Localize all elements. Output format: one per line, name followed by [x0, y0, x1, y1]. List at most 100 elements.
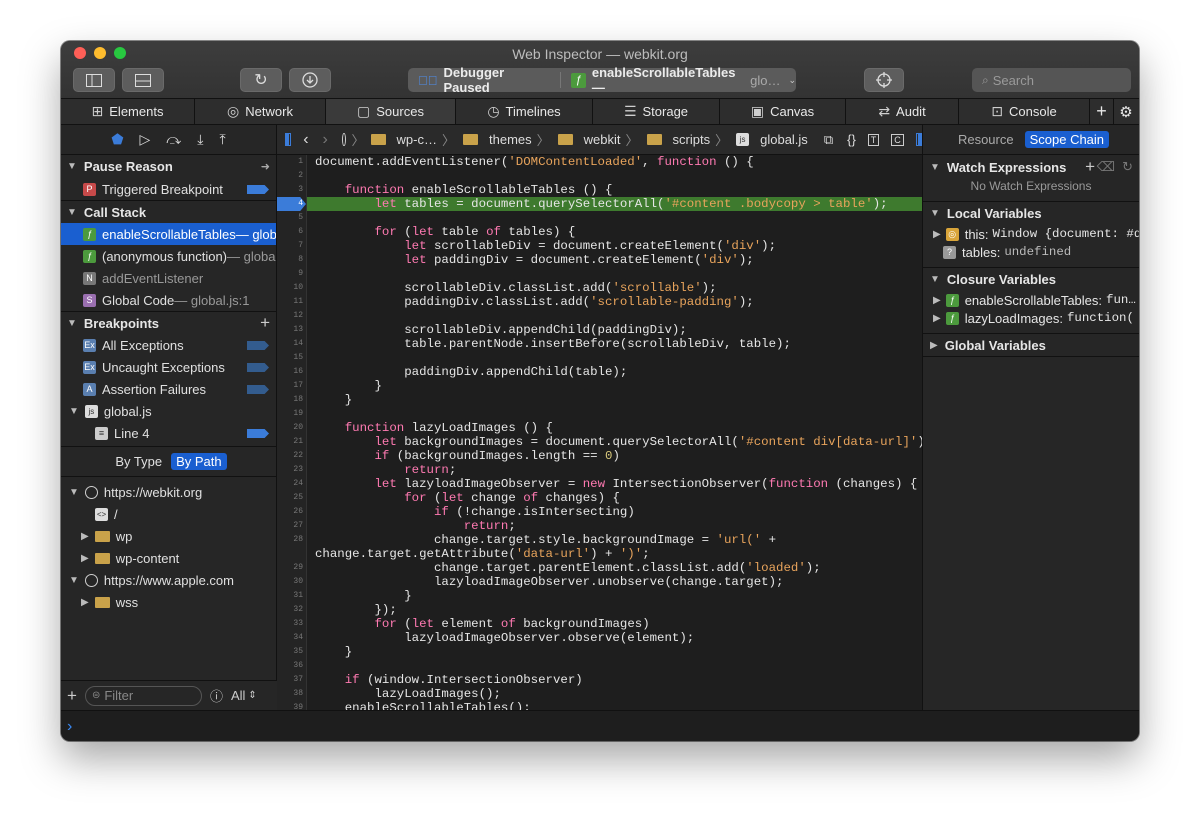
download-button[interactable] — [289, 68, 331, 92]
breakpoints-toggle-icon[interactable]: ⬟ — [111, 131, 123, 148]
toggle-navigation-sidebar-button[interactable] — [73, 68, 115, 92]
line-number[interactable]: 19 — [277, 407, 306, 421]
line-number[interactable]: 5 — [277, 211, 306, 225]
line-number[interactable]: 6 — [277, 225, 306, 239]
breakpoint-file-row[interactable]: ▼ js global.js — [61, 400, 276, 422]
line-number[interactable]: 17 — [277, 379, 306, 393]
toggle-left-sidebar-icon[interactable] — [285, 133, 292, 146]
line-number[interactable]: 36 — [277, 659, 306, 673]
variable-row[interactable]: ▶ ƒ enableScrollableTables: fun… — [923, 291, 1139, 309]
go-to-icon[interactable]: ➜ — [261, 160, 270, 173]
tab-sources[interactable]: ▢ Sources — [326, 99, 456, 124]
line-number[interactable]: 39 — [277, 701, 306, 710]
breadcrumb-item[interactable]: themes 〉 — [463, 130, 550, 149]
copy-icon[interactable]: ⧉ — [824, 132, 833, 148]
step-out-icon[interactable]: ⤒ — [219, 131, 225, 148]
tab-console[interactable]: ⊡ Console — [959, 99, 1090, 124]
filter-input[interactable]: ⊜ Filter — [84, 685, 202, 706]
breadcrumb-item[interactable]: scripts 〉 — [646, 130, 728, 149]
line-number[interactable]: 26 — [277, 505, 306, 519]
line-number[interactable]: 4 — [277, 197, 306, 211]
type-profiler-icon[interactable]: T — [867, 133, 880, 146]
variable-row[interactable]: ▶ ƒ lazyLoadImages: function( — [923, 309, 1139, 327]
tab-network[interactable]: ◎ Network — [195, 99, 326, 124]
breakpoint-row[interactable]: A Assertion Failures — [61, 378, 276, 400]
breakpoint-row[interactable]: Ex Uncaught Exceptions — [61, 356, 276, 378]
resume-icon[interactable]: ▷ — [140, 131, 151, 148]
settings-button[interactable]: ⚙ — [1114, 99, 1138, 124]
quick-console[interactable]: › — [61, 710, 1139, 741]
line-number[interactable]: 22 — [277, 449, 306, 463]
line-number[interactable]: 3 — [277, 183, 306, 197]
call-frame-row[interactable]: NaddEventListener — [61, 267, 276, 289]
step-into-icon[interactable]: ⤓ — [197, 131, 203, 148]
tab-timelines[interactable]: ◷ Timelines — [456, 99, 593, 124]
line-number[interactable]: 32 — [277, 603, 306, 617]
refresh-icon[interactable]: ↻ — [1122, 159, 1133, 175]
line-number[interactable]: 35 — [277, 645, 306, 659]
breakpoint-marker[interactable] — [247, 363, 269, 372]
line-number[interactable]: 14 — [277, 337, 306, 351]
pause-reason-item[interactable]: P Triggered Breakpoint — [61, 178, 276, 200]
breadcrumb-item[interactable]: wp-c… 〉 — [370, 130, 455, 149]
line-number[interactable]: 31 — [277, 589, 306, 603]
line-number[interactable]: 20 — [277, 421, 306, 435]
add-watch-button[interactable]: + — [1085, 157, 1095, 177]
line-number[interactable]: 10 — [277, 281, 306, 295]
debugger-status[interactable]: ▷⃒ Debugger Paused ƒ enableScrollableTab… — [408, 65, 796, 95]
folder-row[interactable]: ▶ wp — [61, 525, 276, 547]
tab-canvas[interactable]: ▣ Canvas — [720, 99, 846, 124]
add-button[interactable]: + — [67, 686, 77, 706]
pause-reason-header[interactable]: ▼ Pause Reason ➜ — [61, 155, 276, 178]
breakpoint-line-row[interactable]: ≡ Line 4 — [61, 422, 276, 444]
local-variables-header[interactable]: ▼ Local Variables — [923, 201, 1139, 225]
breadcrumb-item[interactable]: webkit 〉 — [557, 130, 639, 149]
toggle-console-layout-button[interactable] — [122, 68, 164, 92]
origin-row[interactable]: ▼ https://webkit.org — [61, 481, 276, 503]
resource-row[interactable]: <> / — [61, 503, 276, 525]
new-tab-button[interactable]: + — [1090, 99, 1114, 124]
filter-scope-select[interactable]: All — [231, 688, 245, 703]
line-number[interactable]: 37 — [277, 673, 306, 687]
closure-variables-header[interactable]: ▼ Closure Variables — [923, 267, 1139, 291]
code-coverage-icon[interactable]: C — [891, 133, 904, 146]
folder-row[interactable]: ▶ wp-content — [61, 547, 276, 569]
trash-icon[interactable]: ⌫ — [1097, 159, 1115, 175]
line-number[interactable]: 27 — [277, 519, 306, 533]
breakpoints-header[interactable]: ▼ Breakpoints + — [61, 311, 276, 334]
group-by-type-button[interactable]: By Type — [110, 453, 167, 470]
line-number[interactable]: 21 — [277, 435, 306, 449]
origin-row[interactable]: ▼ https://www.apple.com — [61, 569, 276, 591]
line-number[interactable]: 9 — [277, 267, 306, 281]
line-number[interactable]: 34 — [277, 631, 306, 645]
reload-button[interactable]: ↻ — [240, 68, 282, 92]
line-number[interactable]: 38 — [277, 687, 306, 701]
line-number[interactable]: 25 — [277, 491, 306, 505]
tab-audit[interactable]: ⇄ Audit — [846, 99, 959, 124]
breakpoint-marker[interactable] — [247, 429, 269, 438]
tab-resource[interactable]: Resource — [953, 131, 1019, 148]
add-breakpoint-button[interactable]: + — [260, 313, 270, 333]
line-number[interactable]: 15 — [277, 351, 306, 365]
folder-row[interactable]: ▶ wss — [61, 591, 276, 613]
line-number[interactable]: 7 — [277, 239, 306, 253]
breakpoint-row[interactable]: Ex All Exceptions — [61, 334, 276, 356]
global-variables-header[interactable]: ▶ Global Variables — [923, 333, 1139, 357]
tab-scope-chain[interactable]: Scope Chain — [1024, 131, 1110, 148]
call-frame-row[interactable]: ƒ enableScrollableTables — glob — [61, 223, 276, 245]
line-number[interactable]: 24 — [277, 477, 306, 491]
call-stack-header[interactable]: ▼ Call Stack — [61, 200, 276, 223]
call-frame-row[interactable]: S Global Code — global.js:1 — [61, 289, 276, 311]
line-number[interactable]: 18 — [277, 393, 306, 407]
line-number[interactable]: 8 — [277, 253, 306, 267]
pretty-print-icon[interactable]: {} — [847, 132, 856, 147]
breadcrumb-item[interactable]: js global.js — [736, 132, 808, 147]
line-number[interactable]: 23 — [277, 463, 306, 477]
watch-expressions-header[interactable]: ▼ Watch Expressions + ⌫ ↻ — [923, 155, 1139, 179]
variable-row[interactable]: ▶ ◎ this: Window {document: #d — [923, 225, 1139, 243]
line-number[interactable]: 13 — [277, 323, 306, 337]
toggle-right-sidebar-icon[interactable] — [915, 133, 922, 146]
search-field[interactable]: ⌕ Search — [972, 68, 1131, 92]
line-number[interactable]: 29 — [277, 561, 306, 575]
line-number-gutter[interactable]: 1 2 3 4 5 6 7 8 9 10 11 12 13 14 15 16 17 18 19 20 21 22 23 24 2… — [277, 155, 307, 710]
